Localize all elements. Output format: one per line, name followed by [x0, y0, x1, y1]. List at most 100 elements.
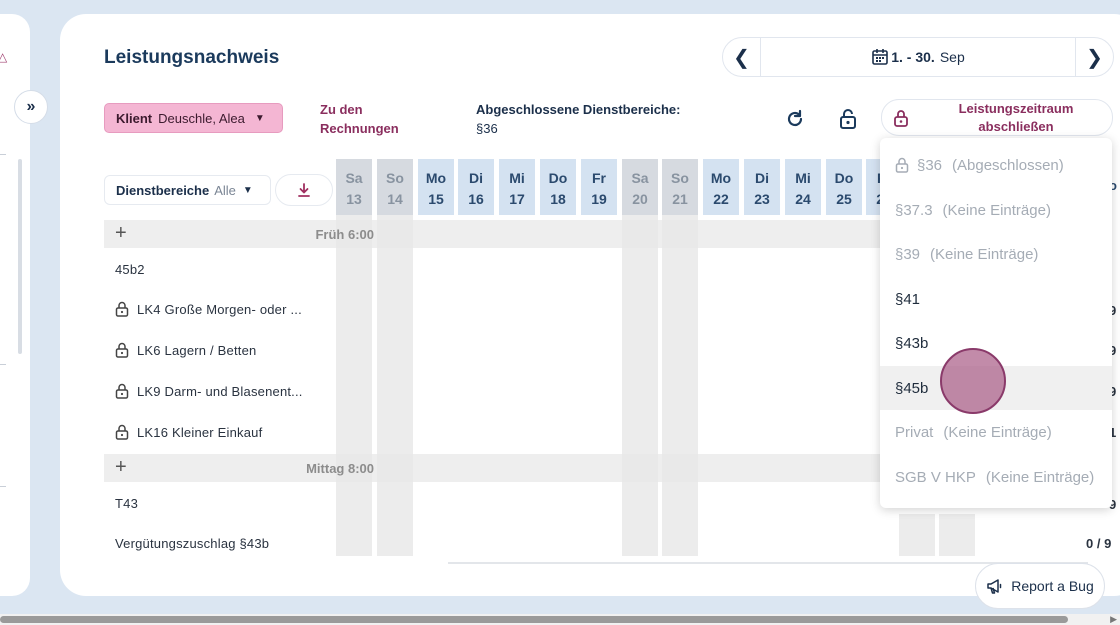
day-number: 23	[754, 191, 770, 207]
day-header[interactable]: Mo 22	[703, 159, 739, 215]
section-label-noon: Mittag 8:00	[306, 461, 374, 476]
lock-icon	[115, 342, 129, 358]
scroll-right-icon[interactable]: ▶	[1110, 614, 1117, 625]
prev-period-button[interactable]: ❮	[723, 38, 761, 76]
closed-areas-value: §36	[476, 121, 498, 136]
lock-icon	[115, 301, 129, 317]
report-bug-button[interactable]: Report a Bug	[975, 563, 1105, 609]
client-select[interactable]: Klient Deuschle, Alea ▼	[104, 103, 283, 133]
dropdown-option-label: §37.3	[895, 201, 933, 219]
service-row-label: 45b2	[115, 262, 145, 277]
dropdown-option[interactable]: §41	[880, 277, 1112, 321]
row-total: 0 / 9	[1086, 536, 1112, 551]
day-weekday: Mi	[509, 170, 525, 186]
client-value: Deuschle, Alea	[158, 110, 245, 126]
scrollbar-thumb[interactable]	[0, 616, 1068, 623]
report-bug-label: Report a Bug	[1011, 578, 1094, 594]
section-row-early: + Früh 6:00	[104, 220, 964, 248]
dropdown-option: SGB V HKP (Keine Einträge)	[880, 455, 1112, 499]
day-header[interactable]: Mo 15	[418, 159, 454, 215]
unlock-icon	[840, 109, 856, 129]
day-weekday: Do	[548, 170, 568, 186]
download-icon	[298, 183, 310, 197]
dropdown-option-note: (Keine Einträge)	[943, 423, 1052, 441]
dropdown-option: §36 (Abgeschlossen)	[880, 143, 1112, 187]
lock-icon	[882, 109, 920, 127]
close-period-button[interactable]: Leistungszeitraum abschließen	[881, 99, 1113, 136]
expand-sidebar-button[interactable]: »	[14, 90, 48, 124]
service-row[interactable]: T43	[115, 496, 138, 511]
dropdown-option-note: (Keine Einträge)	[930, 245, 1039, 263]
day-number: 18	[550, 191, 566, 207]
section-row-noon: + Mittag 8:00	[104, 454, 964, 482]
dropdown-option: §39 (Keine Einträge)	[880, 232, 1112, 276]
caret-down-icon: ▼	[254, 112, 265, 124]
day-number: 25	[836, 191, 852, 207]
plus-icon[interactable]: +	[115, 222, 127, 245]
weekend-column	[622, 159, 658, 556]
day-header[interactable]: Fr 19	[581, 159, 617, 215]
invoices-link[interactable]: Zu den Rechnungen	[320, 100, 399, 138]
day-header[interactable]: Di 16	[458, 159, 494, 215]
day-weekday: Sa	[631, 170, 649, 186]
service-area-filter[interactable]: Dienstbereiche Alle ▼	[104, 175, 271, 205]
day-number: 15	[428, 191, 444, 207]
service-row-label: T43	[115, 496, 139, 511]
weekend-column	[899, 514, 935, 556]
day-header[interactable]: Mi 17	[499, 159, 535, 215]
day-header[interactable]: Do 18	[540, 159, 576, 215]
service-row-label: LK16 Kleiner Einkauf	[137, 424, 263, 440]
warning-icon: △	[0, 50, 8, 64]
sidebar-scrollbar[interactable]	[18, 159, 22, 354]
invoices-link-line2: Rechnungen	[320, 121, 399, 136]
date-range-days: 1. - 30.	[891, 49, 935, 65]
day-header[interactable]: Do 25	[826, 159, 862, 215]
weekend-column	[336, 159, 372, 556]
service-row[interactable]: LK6 Lagern / Betten	[115, 342, 256, 358]
dropdown-option-label: §36	[917, 156, 943, 174]
date-range-display[interactable]: 1. - 30. Sep	[761, 48, 1075, 66]
refresh-button[interactable]	[782, 106, 808, 132]
day-header[interactable]: Sa 20	[622, 159, 658, 215]
download-button[interactable]	[275, 174, 333, 206]
service-row[interactable]: LK4 Große Morgen- oder ...	[115, 301, 302, 317]
page-scrollbar[interactable]: ▶	[0, 614, 1120, 625]
caret-down-icon: ▼	[242, 184, 253, 196]
date-range-month: Sep	[939, 49, 965, 65]
service-row[interactable]: LK9 Darm- und Blasenent...	[115, 383, 303, 399]
invoices-link-line1: Zu den	[320, 102, 363, 117]
dropdown-option-note: (Abgeschlossen)	[952, 156, 1064, 174]
day-number: 24	[795, 191, 811, 207]
service-row[interactable]: LK16 Kleiner Einkauf	[115, 424, 262, 440]
weekend-column	[939, 514, 975, 556]
closed-service-areas: Abgeschlossene Dienstbereiche: §36	[476, 100, 680, 138]
day-weekday: Di	[755, 170, 769, 186]
day-weekday: Do	[834, 170, 854, 186]
day-number: 17	[509, 191, 525, 207]
day-number: 13	[346, 191, 362, 207]
divider	[0, 486, 6, 487]
service-row-label: LK9 Darm- und Blasenent...	[137, 383, 303, 399]
unlock-button[interactable]	[835, 106, 861, 132]
dropdown-option-label: SGB V HKP	[895, 468, 976, 486]
divider	[0, 154, 6, 155]
day-weekday: Sa	[345, 170, 363, 186]
filter-value: Alle	[214, 182, 236, 198]
dropdown-option-note: (Keine Einträge)	[985, 468, 1095, 486]
day-weekday: Mo	[710, 170, 732, 186]
day-header[interactable]: Di 23	[744, 159, 780, 215]
day-header[interactable]: Sa 13	[336, 159, 372, 215]
day-header[interactable]: Mi 24	[785, 159, 821, 215]
day-header[interactable]: So 14	[377, 159, 413, 215]
day-number: 16	[468, 191, 484, 207]
service-row-label: LK6 Lagern / Betten	[137, 342, 257, 358]
day-weekday: Fr	[592, 170, 606, 186]
service-row[interactable]: 45b2	[115, 262, 145, 277]
next-period-button[interactable]: ❯	[1075, 38, 1113, 76]
dropdown-option-label: Privat	[895, 423, 934, 441]
plus-icon[interactable]: +	[115, 456, 127, 479]
service-row[interactable]: Vergütungszuschlag §43b	[115, 536, 269, 551]
dropdown-option-label: §45b	[895, 379, 929, 397]
day-header[interactable]: So 21	[662, 159, 698, 215]
chevron-left-icon: ❮	[733, 46, 750, 69]
